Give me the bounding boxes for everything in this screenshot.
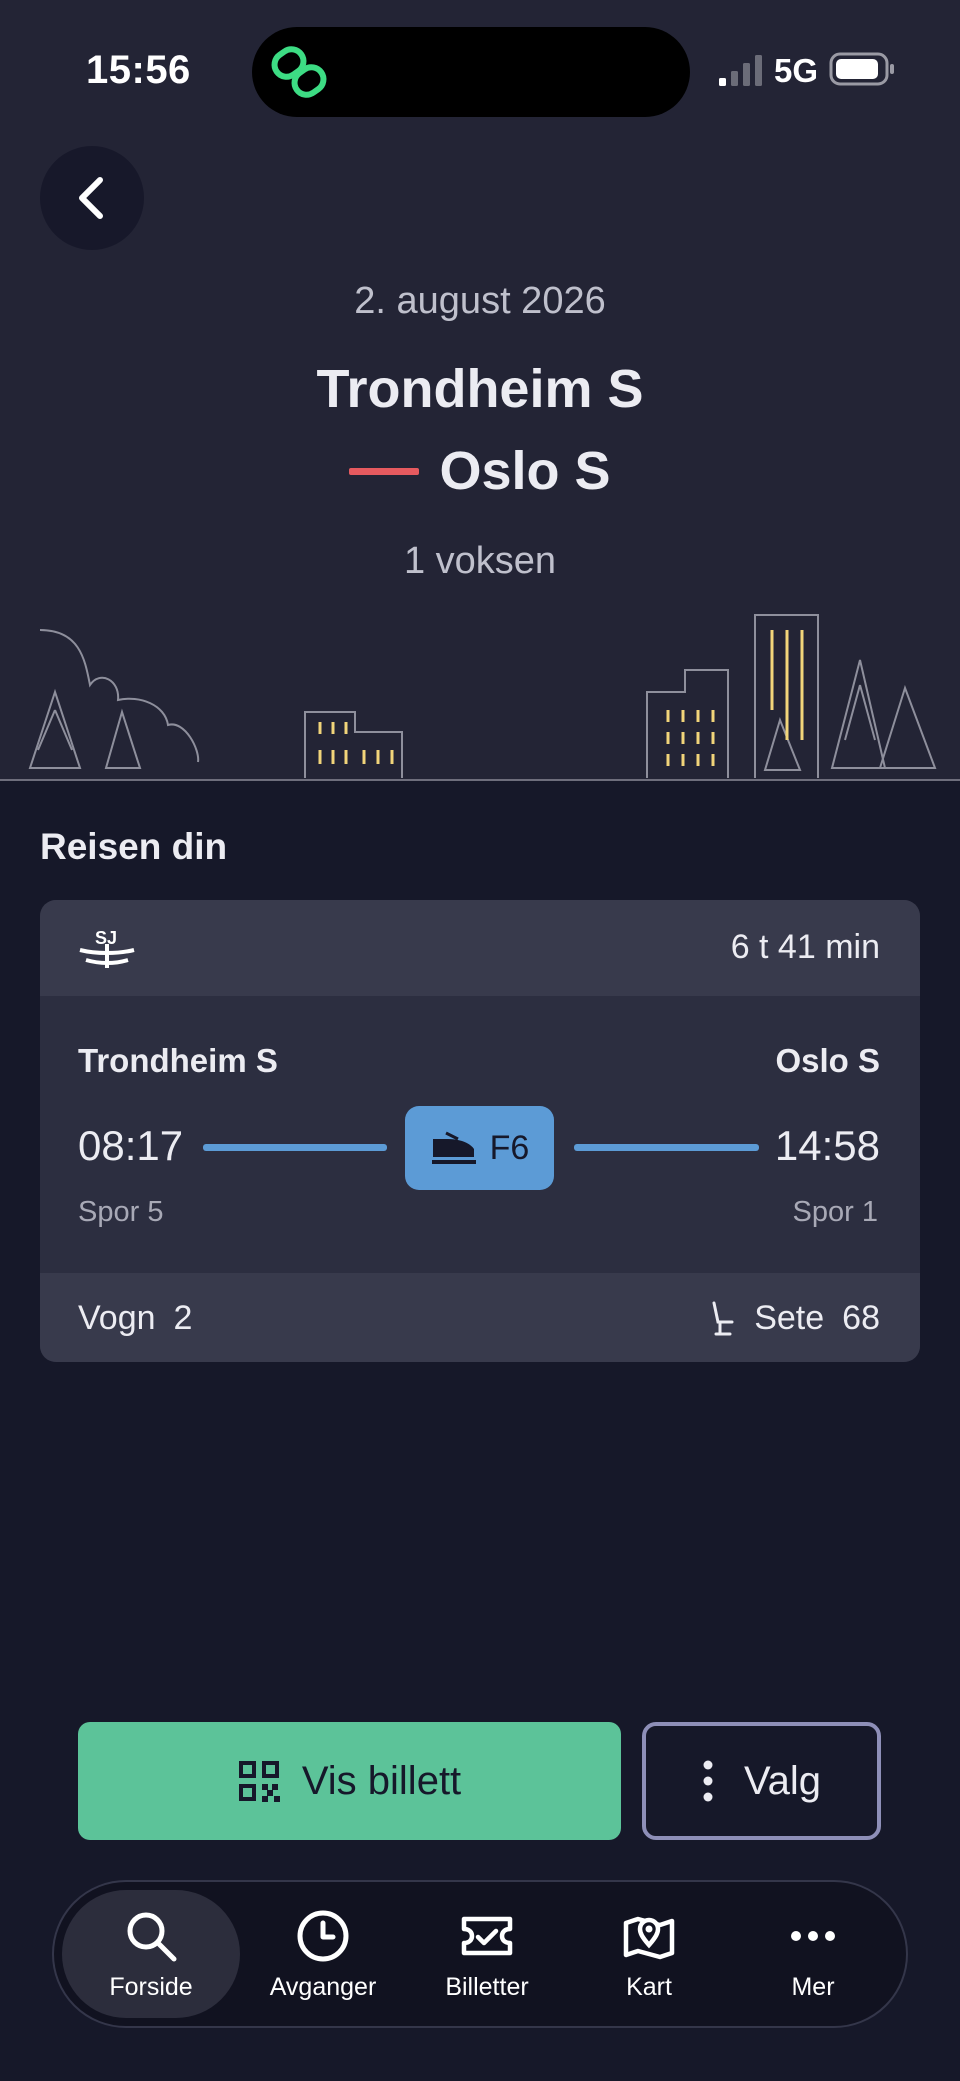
destination-station: Oslo S	[439, 441, 611, 501]
tab-label: Forside	[109, 1972, 193, 2001]
back-button[interactable]	[40, 146, 144, 250]
signal-icon	[719, 55, 762, 86]
train-line-label: F6	[489, 1128, 530, 1167]
tab-kart[interactable]: Kart	[576, 1890, 722, 2018]
trip-duration: 6 t 41 min	[730, 928, 880, 966]
more-vertical-icon	[703, 1760, 713, 1802]
qr-code-icon	[238, 1761, 280, 1802]
network-type: 5G	[774, 52, 819, 89]
car-info: Vogn 2	[78, 1299, 192, 1338]
clock-icon	[297, 1910, 349, 1961]
seat-label: Sete	[754, 1299, 825, 1337]
car-label: Vogn	[78, 1299, 156, 1337]
route-line-left	[203, 1144, 387, 1151]
arrival-time: 14:58	[774, 1122, 880, 1169]
passenger-count: 1 voksen	[403, 540, 557, 582]
trip-card-header: SJ 6 t 41 min	[40, 900, 920, 996]
tab-forside[interactable]: Forside	[62, 1890, 240, 2018]
departure-track: Spor 5	[78, 1196, 164, 1228]
tab-label: Billetter	[445, 1972, 529, 2001]
departure-time: 08:17	[78, 1122, 184, 1169]
map-pin-icon	[623, 1916, 675, 1959]
options-label: Valg	[743, 1758, 822, 1803]
tab-mer[interactable]: Mer	[740, 1890, 886, 2018]
tab-avganger[interactable]: Avganger	[250, 1890, 396, 2018]
skyline-illustration	[28, 614, 937, 778]
search-icon	[127, 1912, 177, 1961]
more-icon	[791, 1930, 835, 1941]
tab-label: Mer	[791, 1972, 835, 2001]
show-ticket-button[interactable]: Vis billett	[78, 1722, 621, 1840]
seat-number: 68	[842, 1299, 880, 1337]
departure-station: Trondheim S	[78, 1042, 278, 1079]
journey-date: 2. august 2026	[354, 280, 606, 322]
ticket-icon	[461, 1916, 513, 1955]
tab-label: Avganger	[269, 1972, 377, 2001]
train-line-badge: F6	[405, 1106, 554, 1190]
seat-info: Sete 68	[710, 1299, 880, 1338]
train-icon	[431, 1131, 476, 1164]
trip-card-footer: Vogn 2 Sete 68	[40, 1273, 920, 1362]
bottom-tab-bar: Forside Avganger Billetter Kart Mer	[52, 1880, 908, 2028]
tab-label: Kart	[626, 1972, 672, 2001]
trip-card[interactable]: SJ 6 t 41 min Trondheim S Oslo S 08:17 F…	[40, 900, 920, 1362]
car-number: 2	[173, 1299, 193, 1337]
origin-station: Trondheim S	[316, 359, 644, 419]
link-app-icon	[271, 46, 327, 98]
route-line-right	[574, 1144, 759, 1151]
seat-icon	[712, 1301, 734, 1335]
options-button[interactable]: Valg	[642, 1722, 881, 1840]
route-line-marker	[349, 467, 420, 475]
sj-logo-icon: SJ	[79, 928, 135, 968]
dynamic-island	[252, 27, 690, 117]
arrival-track: Spor 1	[792, 1196, 878, 1228]
chevron-left-icon	[79, 177, 103, 219]
status-time: 15:56	[86, 48, 191, 92]
section-title: Reisen din	[40, 826, 228, 867]
destination-row: Oslo S	[0, 440, 960, 502]
tab-billetter[interactable]: Billetter	[414, 1890, 560, 2018]
show-ticket-label: Vis billett	[301, 1758, 462, 1803]
arrival-station: Oslo S	[775, 1042, 880, 1079]
battery-icon	[829, 52, 894, 86]
